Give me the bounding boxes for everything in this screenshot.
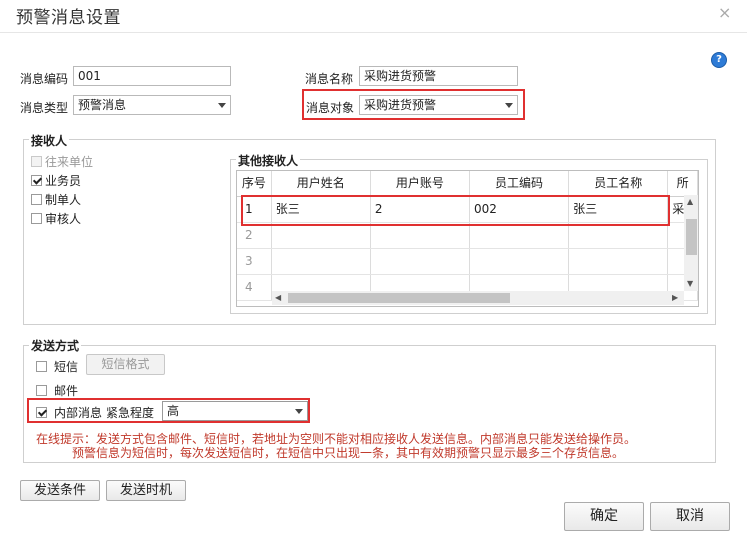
msg-target-label: 消息对象 [306, 101, 355, 115]
internal-msg-option[interactable]: 内部消息 [36, 404, 102, 421]
cell-user-account[interactable] [371, 223, 471, 248]
urgency-label: 紧急程度 [106, 406, 155, 420]
col-header-employee-name: 员工名称 [569, 171, 669, 196]
msg-type-value: 预警消息 [78, 98, 127, 112]
title-divider [0, 32, 747, 33]
receiver-option-salesman[interactable]: 业务员 [31, 171, 93, 190]
scroll-thumb[interactable] [686, 219, 697, 255]
ok-button[interactable]: 确定 [564, 502, 644, 531]
dialog-title: 预警消息设置 [16, 8, 121, 28]
checkbox[interactable] [36, 361, 47, 372]
col-header-index: 序号 [237, 171, 272, 196]
email-label: 邮件 [54, 384, 79, 398]
scroll-up-icon[interactable]: ▲ [687, 197, 693, 206]
checkbox[interactable] [36, 407, 47, 418]
urgency-value: 高 [167, 404, 180, 418]
cell-employee-code[interactable] [470, 223, 570, 248]
msg-code-label: 消息编码 [20, 72, 69, 86]
send-condition-button[interactable]: 发送条件 [20, 480, 100, 501]
cell-index: 4 [237, 275, 272, 300]
table-row[interactable]: 2 [237, 223, 698, 249]
checkbox[interactable] [31, 156, 42, 167]
option-label: 往来单位 [45, 155, 94, 169]
scroll-right-icon[interactable]: ▶ [672, 293, 678, 302]
hint-line-2: 预警信息为短信时，每次发送短信时，在短信中只出现一条，其中有效期预警只显示最多三… [72, 446, 625, 460]
send-timing-button[interactable]: 发送时机 [106, 480, 186, 501]
cell-index: 3 [237, 249, 272, 274]
sms-format-button[interactable]: 短信格式 [86, 354, 165, 375]
chevron-down-icon[interactable] [295, 409, 303, 414]
send-method-title: 发送方式 [29, 337, 82, 354]
grid-header: 序号 用户姓名 用户账号 员工编码 员工名称 所 [237, 171, 698, 197]
receiver-option-creator[interactable]: 制单人 [31, 190, 93, 209]
msg-name-input[interactable]: 采购进货预警 [359, 66, 518, 86]
grid-row-highlight [241, 195, 670, 226]
col-header-user-account: 用户账号 [371, 171, 470, 196]
option-label: 业务员 [45, 174, 82, 188]
receiver-option-partner[interactable]: 往来单位 [31, 152, 93, 171]
checkbox[interactable] [31, 194, 42, 205]
table-row[interactable]: 3 [237, 249, 698, 275]
email-option[interactable]: 邮件 [36, 382, 78, 399]
option-label: 审核人 [45, 212, 82, 226]
cell-user-name[interactable] [272, 249, 371, 274]
col-header-employee-code: 员工编码 [470, 171, 570, 196]
help-icon[interactable]: ? [711, 52, 727, 68]
scroll-down-icon[interactable]: ▼ [687, 279, 693, 288]
vertical-scrollbar[interactable]: ▲ ▼ [684, 195, 698, 291]
urgency-select[interactable]: 高 [162, 401, 308, 421]
cell-employee-code[interactable] [470, 249, 570, 274]
chevron-down-icon[interactable] [218, 103, 226, 108]
cell-employee-name[interactable] [569, 249, 669, 274]
cell-user-name[interactable] [272, 223, 371, 248]
cell-employee-name[interactable] [569, 223, 669, 248]
col-header-user-name: 用户姓名 [272, 171, 371, 196]
msg-type-select[interactable]: 预警消息 [73, 95, 231, 115]
cell-index: 2 [237, 223, 272, 248]
horizontal-scrollbar[interactable]: ◀ ▶ [272, 291, 684, 305]
other-receivers-title: 其他接收人 [236, 152, 301, 169]
internal-msg-label: 内部消息 [54, 406, 103, 420]
receiver-option-auditor[interactable]: 审核人 [31, 209, 93, 228]
checkbox[interactable] [31, 213, 42, 224]
checkbox[interactable] [36, 385, 47, 396]
col-header-dept: 所 [668, 171, 698, 196]
receivers-title: 接收人 [29, 132, 70, 149]
receiver-options: 往来单位 业务员 制单人 审核人 [31, 152, 93, 228]
msg-target-value: 采购进货预警 [364, 98, 437, 112]
msg-type-label: 消息类型 [20, 101, 69, 115]
cell-user-account[interactable] [371, 249, 471, 274]
scroll-left-icon[interactable]: ◀ [275, 293, 281, 302]
sms-label: 短信 [54, 360, 79, 374]
checkbox[interactable] [31, 175, 42, 186]
chevron-down-icon[interactable] [505, 103, 513, 108]
msg-target-select[interactable]: 采购进货预警 [359, 95, 518, 115]
msg-name-label: 消息名称 [305, 72, 354, 86]
option-label: 制单人 [45, 193, 82, 207]
scroll-thumb[interactable] [288, 293, 510, 303]
cancel-button[interactable]: 取消 [650, 502, 730, 531]
close-icon[interactable]: × [718, 3, 731, 22]
sms-option[interactable]: 短信 [36, 358, 78, 375]
msg-code-input[interactable]: 001 [73, 66, 231, 86]
receivers-grid: 序号 用户姓名 用户账号 员工编码 员工名称 所 1 张三 2 002 张三 采… [236, 170, 699, 307]
